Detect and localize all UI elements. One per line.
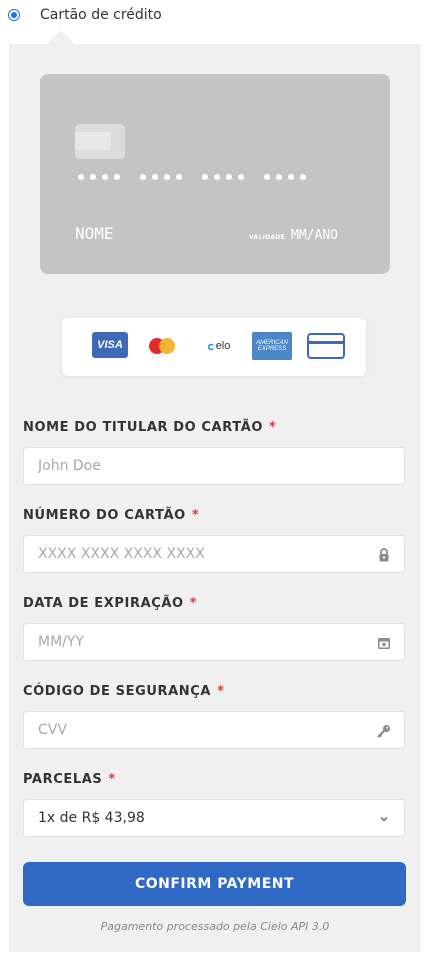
card-digit-group xyxy=(140,174,182,180)
calendar-icon xyxy=(378,638,390,649)
credit-card-form-panel: NOME VALIDADE MM/ANO VISA ⅽ elo AMERICAN … xyxy=(9,30,421,952)
card-brands-strip: VISA ⅽ elo AMERICAN EXPRESS xyxy=(62,318,366,376)
panel-caret xyxy=(47,30,75,44)
card-valid-label: VALIDADE xyxy=(248,234,286,241)
processor-footnote: Pagamento processado pela Cielo API 3.0 xyxy=(100,920,330,933)
installments-label: PARCELAS * xyxy=(23,772,116,787)
generic-card-icon xyxy=(307,332,345,360)
expiry-input[interactable] xyxy=(24,633,360,651)
installments-select[interactable]: 1x de R$ 43,98 xyxy=(23,799,405,837)
elo-icon: ⅽ elo xyxy=(207,340,231,353)
required-marker: * xyxy=(189,596,198,611)
installments-selected-value: 1x de R$ 43,98 xyxy=(38,810,145,826)
cvv-label-text: CÓDIGO DE SEGURANÇA xyxy=(23,684,212,699)
cvv-field[interactable] xyxy=(23,711,405,749)
card-number-label-text: NÚMERO DO CARTÃO xyxy=(23,508,186,523)
expiry-label: DATA DE EXPIRAÇÃO * xyxy=(23,596,197,611)
card-holder-preview: NOME xyxy=(75,224,114,243)
amex-icon: AMERICAN EXPRESS xyxy=(252,332,292,360)
key-icon xyxy=(377,725,390,738)
radio-selected-dot xyxy=(11,12,17,18)
card-digit-group xyxy=(78,174,120,180)
expiry-field[interactable] xyxy=(23,623,405,661)
payment-method-radio[interactable] xyxy=(8,9,20,21)
required-marker: * xyxy=(269,420,277,435)
card-expiry-preview: VALIDADE MM/ANO xyxy=(249,228,338,243)
mastercard-icon xyxy=(142,332,182,360)
chevron-down-icon[interactable] xyxy=(376,811,392,827)
elo-label: elo xyxy=(215,340,231,352)
required-marker: * xyxy=(191,508,200,523)
holder-name-field[interactable] xyxy=(23,447,405,485)
card-number-input[interactable] xyxy=(24,545,360,563)
card-number-preview xyxy=(78,174,306,180)
cvv-label: CÓDIGO DE SEGURANÇA * xyxy=(23,684,225,699)
card-number-field[interactable] xyxy=(23,535,405,573)
visa-icon: VISA xyxy=(92,332,128,358)
card-number-label: NÚMERO DO CARTÃO * xyxy=(23,508,199,523)
payment-method-option[interactable]: Cartão de crédito xyxy=(8,4,162,26)
card-preview: NOME VALIDADE MM/ANO xyxy=(40,74,390,274)
payment-method-label: Cartão de crédito xyxy=(40,7,162,23)
lock-icon xyxy=(379,548,389,562)
required-marker: * xyxy=(108,772,116,787)
installments-label-text: PARCELAS xyxy=(23,772,103,787)
holder-name-label-text: NOME DO TITULAR DO CARTÃO xyxy=(23,420,264,435)
cvv-input[interactable] xyxy=(24,721,360,739)
required-marker: * xyxy=(217,684,225,699)
holder-name-input[interactable] xyxy=(24,457,360,475)
card-chip-icon xyxy=(75,124,125,159)
amex-label-bottom: EXPRESS xyxy=(257,346,287,352)
card-digit-group xyxy=(202,174,244,180)
card-digit-group xyxy=(264,174,306,180)
expiry-label-text: DATA DE EXPIRAÇÃO xyxy=(23,596,184,611)
holder-name-label: NOME DO TITULAR DO CARTÃO * xyxy=(23,420,276,435)
confirm-payment-button[interactable]: CONFIRM PAYMENT xyxy=(23,862,406,906)
card-valid-value: MM/ANO xyxy=(291,228,338,243)
